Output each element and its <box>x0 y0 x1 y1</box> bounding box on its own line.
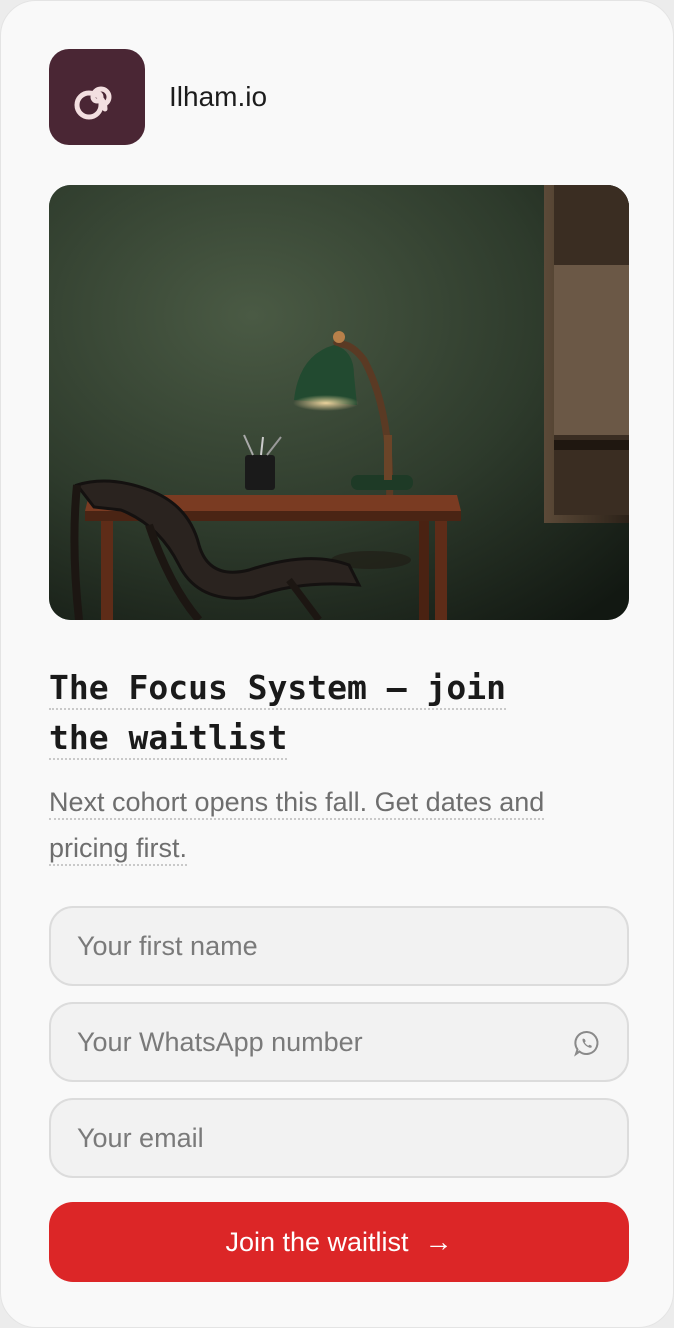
whatsapp-icon <box>574 1031 599 1057</box>
subtitle-line-1: Next cohort opens this fall. Get dates a… <box>49 787 545 820</box>
title-line-1: The Focus System — join <box>49 668 506 710</box>
arrow-right-icon: → <box>424 1226 453 1257</box>
spiral-icon <box>74 86 112 120</box>
brand-logo <box>49 49 145 145</box>
email-field-wrapper <box>49 1098 629 1178</box>
page-title: The Focus System — join the waitlist <box>49 663 609 763</box>
first-name-field-wrapper <box>49 906 629 986</box>
title-line-2: the waitlist <box>49 718 288 760</box>
subtitle-line-2: pricing first. <box>49 833 188 866</box>
waitlist-card: Ilham.io The Focus System — join the wai… <box>0 0 674 1328</box>
first-name-input[interactable] <box>77 930 601 962</box>
whatsapp-field-wrapper <box>49 1002 629 1082</box>
page-subtitle: Next cohort opens this fall. Get dates a… <box>49 779 619 871</box>
whatsapp-input[interactable] <box>77 1026 601 1058</box>
email-input[interactable] <box>77 1122 601 1154</box>
brand-name: Ilham.io <box>169 81 268 112</box>
brand-header: Ilham.io <box>49 49 267 145</box>
hero-image <box>49 185 629 620</box>
join-waitlist-label: Join the waitlist <box>225 1226 409 1257</box>
join-waitlist-button[interactable]: Join the waitlist → <box>49 1202 629 1282</box>
